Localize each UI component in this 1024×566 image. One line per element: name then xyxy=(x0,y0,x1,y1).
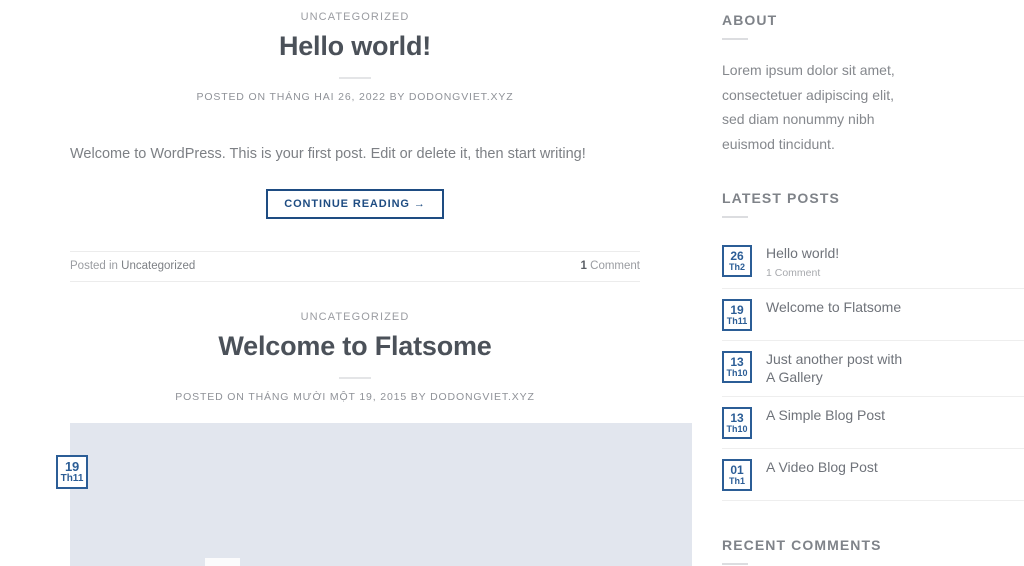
date-badge-day: 01 xyxy=(730,464,743,476)
date-badge-day: 19 xyxy=(730,304,743,316)
list-item-title[interactable]: A Video Blog Post xyxy=(766,459,878,477)
list-item-title[interactable]: A Simple Blog Post xyxy=(766,407,885,425)
date-badge-month: Th1 xyxy=(729,477,745,486)
date-badge-month: Th10 xyxy=(726,369,747,378)
post-category-label-2[interactable]: UNCATEGORIZED xyxy=(70,282,640,323)
date-badge-day: 13 xyxy=(730,412,743,424)
featured-image-wrapper: 19 Th11 xyxy=(70,423,693,566)
post-header-inner-2: UNCATEGORIZED Welcome to Flatsome POSTED… xyxy=(0,282,710,403)
widget-title-recent-comments: RECENT COMMENTS xyxy=(722,537,1024,553)
widget-divider-latest-posts xyxy=(722,216,748,218)
blog-post-welcome-to-flatsome: UNCATEGORIZED Welcome to Flatsome POSTED… xyxy=(0,282,710,566)
continue-reading-wrapper: CONTINUE READING → xyxy=(70,189,640,219)
post-meta-2: POSTED ON THÁNG MƯỜI MỘT 19, 2015 BY DOD… xyxy=(70,391,640,403)
page-root: UNCATEGORIZED Hello world! POSTED ON THÁ… xyxy=(0,0,1024,566)
post-date-badge[interactable]: 19 Th11 xyxy=(56,455,88,489)
post-category-link[interactable]: Uncategorized xyxy=(121,260,195,272)
widget-divider-recent-comments xyxy=(722,563,748,565)
widget-about: ABOUT Lorem ipsum dolor sit amet, consec… xyxy=(722,12,1024,156)
date-badge-month: Th10 xyxy=(726,425,747,434)
widget-divider-about xyxy=(722,38,748,40)
post-title-2[interactable]: Welcome to Flatsome xyxy=(70,331,640,363)
list-item-body: Just another post with A Gallery xyxy=(766,350,911,387)
page-layout: UNCATEGORIZED Hello world! POSTED ON THÁ… xyxy=(0,0,1024,566)
main-content-column: UNCATEGORIZED Hello world! POSTED ON THÁ… xyxy=(0,0,710,566)
latest-posts-list: 26 Th2 Hello world! 1 Comment 19 Th11 xyxy=(722,235,1024,501)
list-item[interactable]: 26 Th2 Hello world! 1 Comment xyxy=(722,235,1024,289)
date-badge-month: Th11 xyxy=(727,317,748,326)
spacer-after-about xyxy=(722,156,1024,190)
list-item[interactable]: 13 Th10 Just another post with A Gallery xyxy=(722,341,1024,397)
title-divider xyxy=(339,77,371,79)
list-item-date-badge: 19 Th11 xyxy=(722,299,752,331)
widget-title-about: ABOUT xyxy=(722,12,1024,28)
date-badge-month: Th11 xyxy=(61,474,84,484)
list-item-body: A Simple Blog Post xyxy=(766,406,885,425)
post-category-label[interactable]: UNCATEGORIZED xyxy=(70,0,640,23)
date-badge-month: Th2 xyxy=(729,263,745,272)
list-item[interactable]: 01 Th1 A Video Blog Post xyxy=(722,449,1024,501)
post-header-inner: UNCATEGORIZED Hello world! POSTED ON THÁ… xyxy=(0,0,710,282)
widget-title-latest-posts: LATEST POSTS xyxy=(722,190,1024,206)
list-item-body: A Video Blog Post xyxy=(766,458,878,477)
list-item-date-badge: 26 Th2 xyxy=(722,245,752,277)
list-item-date-badge: 13 Th10 xyxy=(722,351,752,383)
blog-post-hello-world: UNCATEGORIZED Hello world! POSTED ON THÁ… xyxy=(0,0,710,282)
about-text: Lorem ipsum dolor sit amet, consectetuer… xyxy=(722,58,897,156)
widget-latest-posts: LATEST POSTS 26 Th2 Hello world! 1 Comme… xyxy=(722,190,1024,501)
spacer-after-latest-posts xyxy=(722,501,1024,537)
title-divider-2 xyxy=(339,377,371,379)
list-item[interactable]: 19 Th11 Welcome to Flatsome xyxy=(722,289,1024,341)
list-item-body: Hello world! 1 Comment xyxy=(766,244,839,279)
date-badge-day: 19 xyxy=(65,460,79,473)
list-item[interactable]: 13 Th10 A Simple Blog Post xyxy=(722,397,1024,449)
featured-image[interactable] xyxy=(70,423,692,566)
comment-count-label: Comment xyxy=(587,260,640,272)
post-categories: Posted in Uncategorized xyxy=(70,260,195,272)
date-badge-day: 13 xyxy=(730,356,743,368)
continue-reading-button[interactable]: CONTINUE READING → xyxy=(266,189,443,219)
comment-count-link[interactable]: 1 Comment xyxy=(581,260,640,272)
sidebar: ABOUT Lorem ipsum dolor sit amet, consec… xyxy=(710,0,1024,566)
posted-in-label: Posted in xyxy=(70,260,121,272)
post-excerpt: Welcome to WordPress. This is your first… xyxy=(70,143,640,167)
list-item-comment-count: 1 Comment xyxy=(766,267,839,279)
post-meta: POSTED ON THÁNG HAI 26, 2022 BY DODONGVI… xyxy=(70,91,640,103)
date-badge-day: 26 xyxy=(730,250,743,262)
post-footer: Posted in Uncategorized 1 Comment xyxy=(70,251,640,282)
list-item-body: Welcome to Flatsome xyxy=(766,298,901,317)
list-item-title[interactable]: Just another post with A Gallery xyxy=(766,351,911,387)
list-item-date-badge: 13 Th10 xyxy=(722,407,752,439)
widget-recent-comments: RECENT COMMENTS A WordPress Commenter tr… xyxy=(722,537,1024,566)
bottom-edge-artifact xyxy=(205,558,240,566)
list-item-date-badge: 01 Th1 xyxy=(722,459,752,491)
list-item-title[interactable]: Welcome to Flatsome xyxy=(766,299,901,317)
post-title[interactable]: Hello world! xyxy=(70,31,640,63)
list-item-title[interactable]: Hello world! xyxy=(766,245,839,263)
